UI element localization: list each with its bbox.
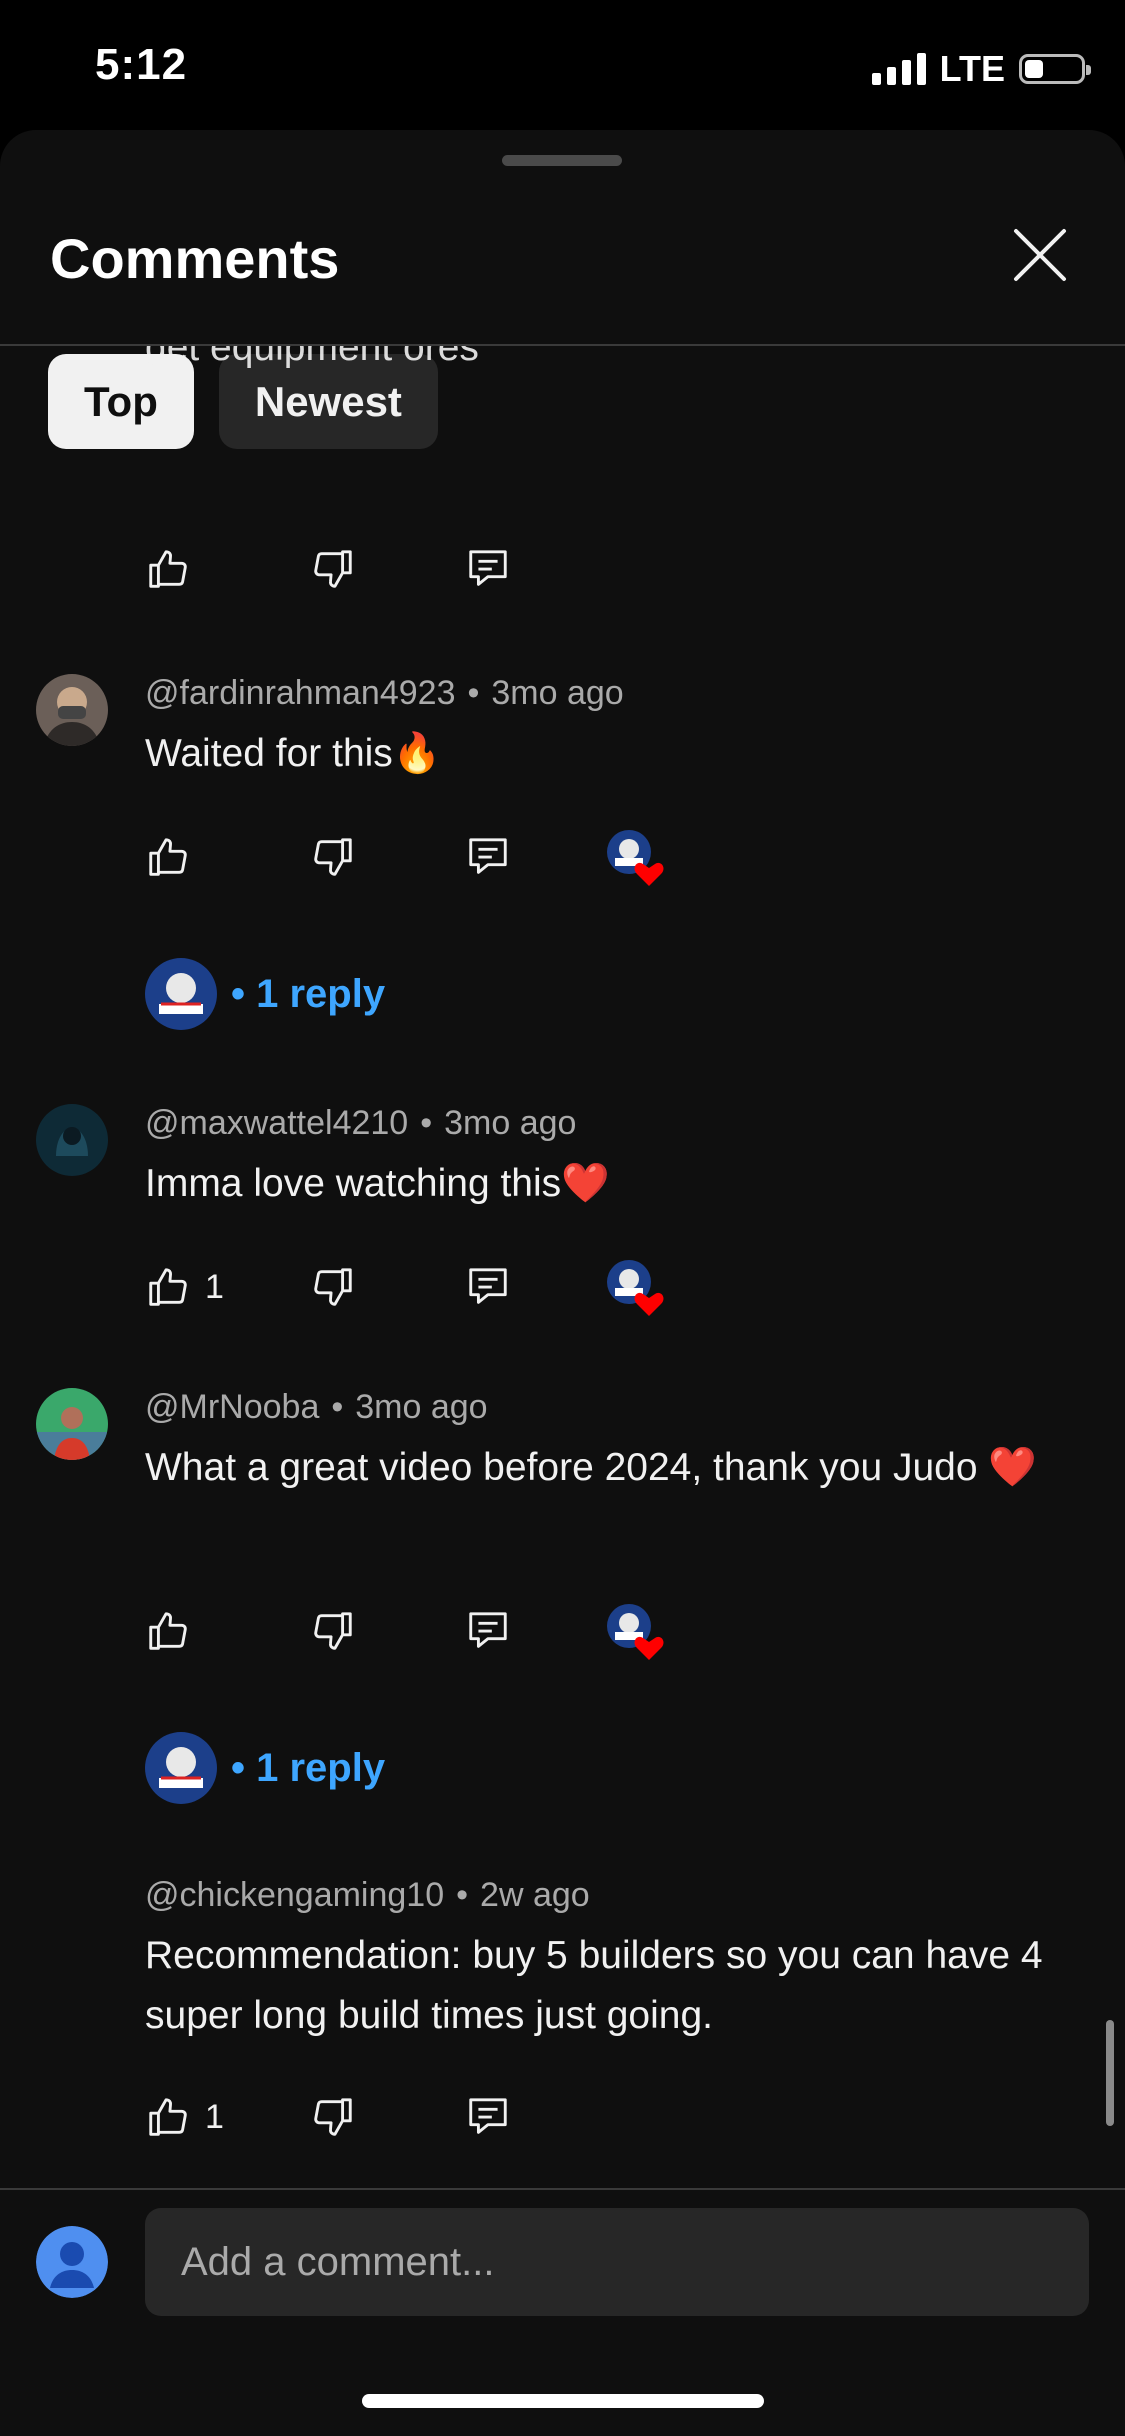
comment-text: Waited for this🔥 — [145, 732, 442, 775]
comment-time: 3mo ago — [444, 1104, 577, 1142]
add-comment-input[interactable] — [145, 2208, 1089, 2316]
reply-icon — [469, 550, 507, 586]
reply-icon — [469, 1612, 507, 1648]
dislike-button[interactable] — [310, 834, 356, 880]
dislike-button[interactable] — [310, 546, 356, 592]
like-icon — [149, 2098, 187, 2136]
user-avatar-icon — [36, 2226, 108, 2298]
status-time: 5:12 — [95, 40, 188, 89]
dislike-icon — [314, 838, 352, 876]
reply-icon — [469, 2098, 507, 2134]
comment-list[interactable]: get equipment ores @fardinrahman4923 • 3mo… — [0, 346, 1125, 2188]
meta-separator: • — [467, 674, 480, 712]
like-icon — [149, 838, 187, 876]
avatar[interactable] — [36, 1104, 108, 1176]
like-button[interactable]: 1 — [145, 2094, 224, 2140]
signal-icon — [871, 53, 926, 85]
comment-author[interactable]: @maxwattel4210 — [145, 1104, 408, 1142]
comment-actions — [145, 1604, 685, 1660]
creator-heart-icon — [607, 1604, 664, 1660]
close-icon[interactable] — [1010, 225, 1070, 285]
creator-heart-icon — [607, 1260, 664, 1316]
status-bar: 5:12 LTE — [0, 0, 1125, 130]
comment-actions: 1 — [145, 2094, 685, 2144]
comment-actions — [145, 830, 685, 886]
like-button[interactable]: 1 — [145, 1264, 224, 1310]
meta-separator: • — [420, 1104, 433, 1142]
like-count: 1 — [205, 2097, 224, 2136]
reply-icon — [469, 1268, 507, 1304]
dislike-button[interactable] — [310, 2094, 356, 2140]
reply-button[interactable] — [465, 1608, 511, 1654]
comment-text: What a great video before 2024, thank yo… — [145, 1446, 1037, 1489]
avatar[interactable] — [36, 674, 108, 746]
dislike-icon — [314, 550, 352, 588]
meta-separator: • — [331, 1388, 344, 1426]
composer-divider — [0, 2188, 1125, 2190]
replies-count: • 1 reply — [231, 971, 386, 1016]
comment-author[interactable]: @MrNooba — [145, 1388, 319, 1426]
comment-actions — [145, 546, 685, 596]
reply-button[interactable] — [465, 546, 511, 592]
comment-author[interactable]: @chickengaming10 — [145, 1876, 444, 1914]
reply-button[interactable] — [465, 1264, 511, 1310]
drag-handle[interactable] — [502, 155, 622, 166]
comment-meta: @fardinrahman4923 • 3mo ago — [145, 674, 624, 713]
comment-meta: @MrNooba • 3mo ago — [145, 1388, 488, 1427]
comment-time: 3mo ago — [355, 1388, 488, 1426]
dislike-icon — [314, 2098, 352, 2136]
sheet-title: Comments — [50, 227, 340, 290]
dislike-icon — [314, 1612, 352, 1650]
like-icon — [149, 1612, 187, 1650]
creator-avatar — [145, 958, 217, 1030]
scrollbar[interactable] — [1106, 2020, 1114, 2126]
like-button[interactable] — [145, 834, 205, 880]
reply-button[interactable] — [465, 834, 511, 880]
comment-actions: 1 — [145, 1260, 685, 1316]
view-replies-button[interactable]: • 1 reply — [145, 1732, 385, 1804]
reply-icon — [469, 838, 507, 874]
meta-separator: • — [456, 1876, 469, 1914]
like-icon — [149, 1268, 187, 1306]
like-count: 1 — [205, 1267, 224, 1306]
home-indicator[interactable] — [362, 2394, 764, 2408]
dislike-icon — [314, 1268, 352, 1306]
comment-author[interactable]: @fardinrahman4923 — [145, 674, 455, 712]
avatar[interactable] — [36, 1388, 108, 1460]
reply-button[interactable] — [465, 2094, 511, 2140]
like-icon — [149, 550, 187, 588]
like-button[interactable] — [145, 546, 191, 592]
comment-meta: @maxwattel4210 • 3mo ago — [145, 1104, 576, 1143]
comment-time: 3mo ago — [491, 674, 624, 712]
battery-icon — [1019, 54, 1091, 84]
creator-avatar — [145, 1732, 217, 1804]
view-replies-button[interactable]: • 1 reply — [145, 958, 385, 1030]
like-button[interactable] — [145, 1608, 205, 1654]
creator-heart-icon — [607, 830, 664, 886]
dislike-button[interactable] — [310, 1608, 356, 1654]
comment-meta: @chickengaming10 • 2w ago — [145, 1876, 590, 1915]
partial-comment-text: get equipment ores — [145, 346, 479, 369]
status-indicators: LTE — [871, 48, 1091, 90]
network-label: LTE — [939, 48, 1005, 89]
replies-count: • 1 reply — [231, 1745, 386, 1790]
comment-time: 2w ago — [480, 1876, 590, 1914]
dislike-button[interactable] — [310, 1264, 356, 1310]
comment-text: Imma love watching this❤️ — [145, 1162, 610, 1205]
comment-text: Recommendation: buy 5 builders so you ca… — [145, 1934, 1043, 2037]
